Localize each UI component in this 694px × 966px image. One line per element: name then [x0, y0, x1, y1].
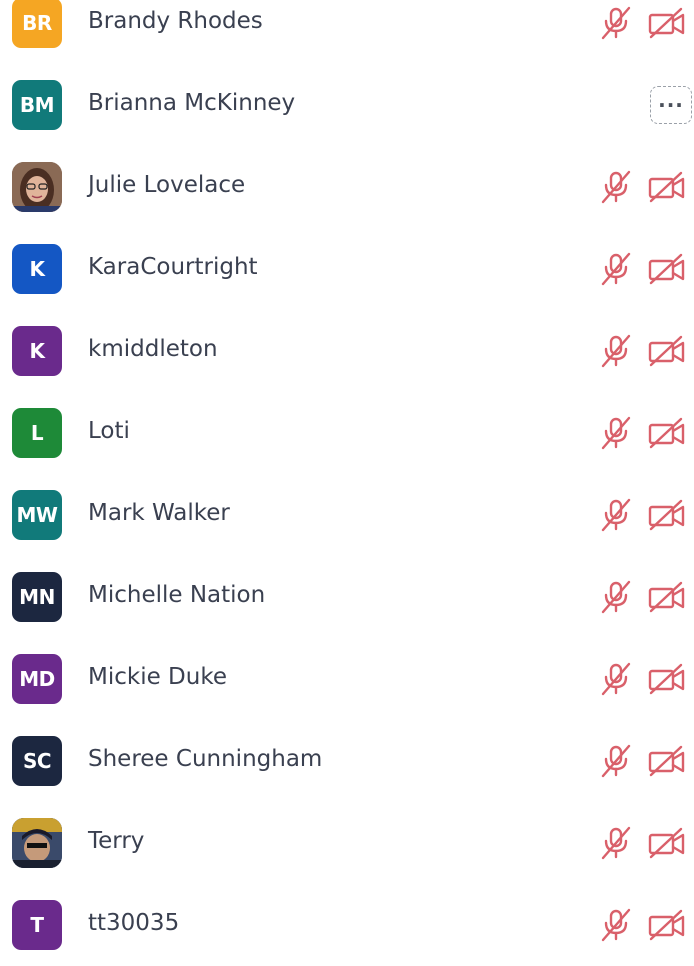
video-off-icon[interactable]	[648, 252, 686, 286]
participant-row[interactable]: L Loti	[0, 392, 694, 474]
participant-name: Michelle Nation	[88, 582, 266, 608]
avatar: L	[12, 408, 62, 458]
participant-name: KaraCourtright	[88, 254, 258, 280]
participant-row[interactable]: BR Brandy Rhodes	[0, 0, 694, 64]
avatar: SC	[12, 736, 62, 786]
participant-name: Sheree Cunningham	[88, 746, 323, 772]
participant-controls	[598, 908, 686, 942]
mic-muted-icon[interactable]	[598, 580, 634, 614]
participant-controls	[598, 580, 686, 614]
participant-list: BR Brandy Rhodes BM Brianna McKinney ··· Ju…	[0, 0, 694, 966]
mic-muted-icon[interactable]	[598, 662, 634, 696]
video-off-icon[interactable]	[648, 6, 686, 40]
mic-muted-icon[interactable]	[598, 744, 634, 778]
video-off-icon[interactable]	[648, 826, 686, 860]
participant-row[interactable]: SC Sheree Cunningham	[0, 720, 694, 802]
participant-controls	[598, 6, 686, 40]
mic-muted-icon[interactable]	[598, 908, 634, 942]
participant-name: Mark Walker	[88, 500, 230, 526]
avatar: MW	[12, 490, 62, 540]
participant-controls	[598, 662, 686, 696]
avatar: MD	[12, 654, 62, 704]
participant-name: Mickie Duke	[88, 664, 227, 690]
mic-muted-icon[interactable]	[598, 170, 634, 204]
mic-muted-icon[interactable]	[598, 252, 634, 286]
participant-name: Julie Lovelace	[88, 172, 246, 198]
more-options-icon[interactable]: ···	[650, 86, 692, 124]
participant-name: kmiddleton	[88, 336, 218, 362]
video-off-icon[interactable]	[648, 334, 686, 368]
participant-controls	[598, 744, 686, 778]
video-off-icon[interactable]	[648, 908, 686, 942]
participant-row[interactable]: Julie Lovelace	[0, 146, 694, 228]
avatar: BM	[12, 80, 62, 130]
mic-muted-icon[interactable]	[598, 826, 634, 860]
participant-controls	[598, 826, 686, 860]
participant-controls	[598, 252, 686, 286]
video-off-icon[interactable]	[648, 498, 686, 532]
participant-row[interactable]: MN Michelle Nation	[0, 556, 694, 638]
avatar: K	[12, 244, 62, 294]
participant-name: tt30035	[88, 910, 180, 936]
avatar: MN	[12, 572, 62, 622]
participant-row[interactable]: Kkmiddleton	[0, 310, 694, 392]
participant-row[interactable]: Terry	[0, 802, 694, 884]
video-off-icon[interactable]	[648, 170, 686, 204]
participant-name: Loti	[88, 418, 130, 444]
participant-controls	[598, 334, 686, 368]
participant-row[interactable]: BM Brianna McKinney ···	[0, 64, 694, 146]
participant-controls	[598, 170, 686, 204]
video-off-icon[interactable]	[648, 580, 686, 614]
participant-row[interactable]: Ttt30035	[0, 884, 694, 966]
avatar	[12, 162, 62, 212]
participant-row[interactable]: MW Mark Walker	[0, 474, 694, 556]
participant-name: Terry	[88, 828, 145, 854]
mic-muted-icon[interactable]	[598, 498, 634, 532]
video-off-icon[interactable]	[648, 662, 686, 696]
video-off-icon[interactable]	[648, 416, 686, 450]
mic-muted-icon[interactable]	[598, 416, 634, 450]
participant-row[interactable]: K KaraCourtright	[0, 228, 694, 310]
participant-controls	[598, 498, 686, 532]
participant-row[interactable]: MD Mickie Duke	[0, 638, 694, 720]
mic-muted-icon[interactable]	[598, 6, 634, 40]
video-off-icon[interactable]	[648, 744, 686, 778]
participant-controls	[598, 416, 686, 450]
participant-name: Brianna McKinney	[88, 90, 296, 116]
avatar: T	[12, 900, 62, 950]
participant-name: Brandy Rhodes	[88, 8, 263, 34]
avatar: BR	[12, 0, 62, 48]
avatar: K	[12, 326, 62, 376]
mic-muted-icon[interactable]	[598, 334, 634, 368]
avatar	[12, 818, 62, 868]
